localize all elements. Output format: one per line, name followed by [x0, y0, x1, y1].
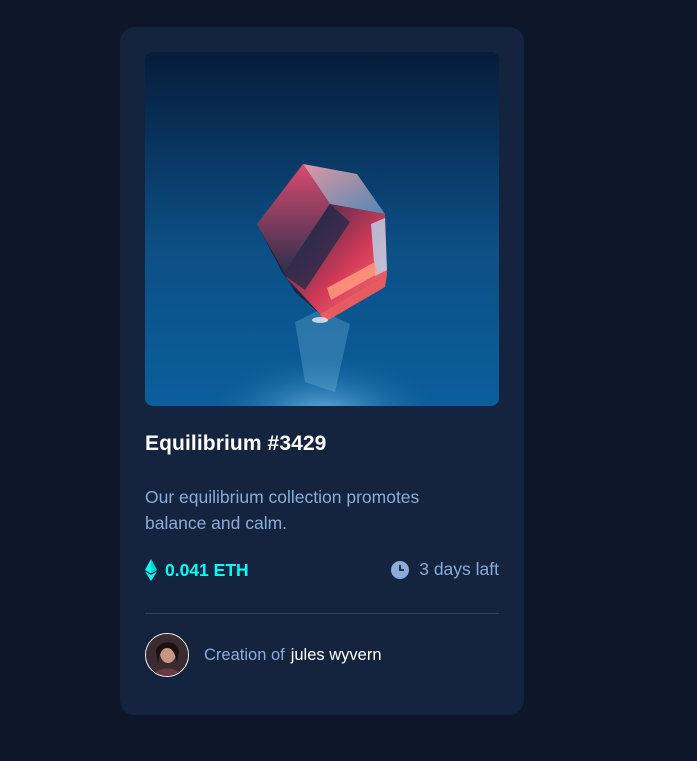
nft-title[interactable]: Equilibrium #3429 [145, 432, 326, 456]
creator-prefix: Creation of [204, 645, 285, 664]
time-remaining: 3 days laft [391, 559, 499, 580]
divider [145, 613, 499, 614]
price-value: 0.041 ETH [165, 559, 249, 580]
ethereum-icon [145, 559, 157, 581]
creator-info: Creation of jules wyvern [145, 633, 382, 677]
clock-icon [391, 560, 410, 579]
creator-avatar [145, 633, 189, 677]
nft-description: Our equilibrium collection promotes bala… [145, 487, 420, 533]
creator-name-link[interactable]: jules wyvern [291, 646, 382, 665]
nft-preview-card: Equilibrium #3429 Our equilibrium collec… [120, 27, 524, 715]
price-info: 0.041 ETH [145, 559, 249, 581]
nft-image[interactable] [145, 52, 499, 406]
time-left-text: 3 days laft [419, 559, 499, 579]
